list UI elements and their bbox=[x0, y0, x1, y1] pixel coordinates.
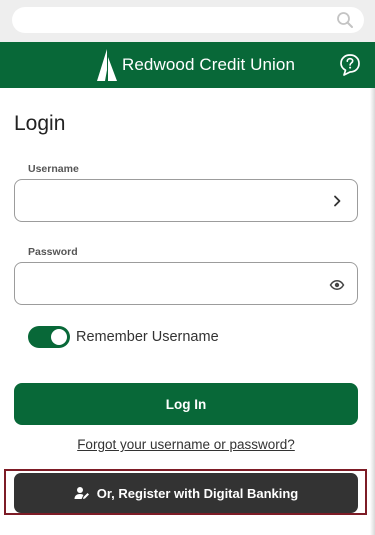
password-input[interactable] bbox=[27, 273, 317, 295]
remember-username-row: Remember Username bbox=[28, 326, 219, 348]
remember-username-toggle[interactable] bbox=[28, 326, 70, 348]
app-header: Redwood Credit Union bbox=[0, 42, 375, 88]
brand-name: Redwood Credit Union bbox=[122, 55, 296, 74]
username-field-container bbox=[14, 179, 358, 222]
username-label: Username bbox=[28, 163, 79, 175]
toggle-knob bbox=[51, 329, 67, 345]
brand[interactable]: Redwood Credit Union bbox=[96, 48, 295, 82]
register-button-label: Or, Register with Digital Banking bbox=[96, 485, 299, 501]
help-chat-icon[interactable] bbox=[339, 53, 361, 77]
redwood-tree-logo bbox=[97, 49, 117, 81]
search-icon[interactable] bbox=[336, 11, 354, 29]
forgot-credentials-link[interactable]: Forgot your username or password? bbox=[0, 437, 372, 452]
page-edge-shadow bbox=[370, 88, 375, 535]
user-edit-icon bbox=[74, 487, 89, 499]
search-input[interactable] bbox=[12, 7, 364, 33]
page-title: Login bbox=[14, 112, 66, 135]
top-bar bbox=[0, 0, 375, 42]
remember-username-label: Remember Username bbox=[76, 329, 219, 345]
login-button[interactable]: Log In bbox=[14, 383, 358, 425]
password-label: Password bbox=[28, 246, 78, 258]
username-input[interactable] bbox=[27, 190, 317, 212]
password-field-container bbox=[14, 262, 358, 305]
register-digital-banking-button[interactable]: Or, Register with Digital Banking bbox=[14, 473, 358, 513]
chevron-right-icon[interactable] bbox=[329, 193, 345, 209]
eye-icon[interactable] bbox=[329, 277, 345, 293]
